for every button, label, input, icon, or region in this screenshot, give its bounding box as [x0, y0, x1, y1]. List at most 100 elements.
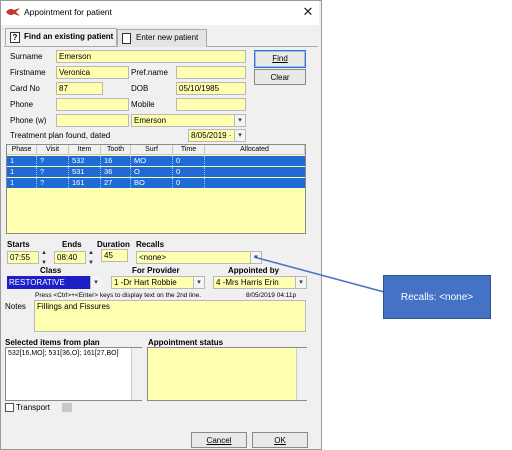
table-cell: 0: [173, 156, 205, 166]
prefname-input[interactable]: [176, 66, 246, 79]
app-icon: [6, 7, 20, 17]
dob-input[interactable]: 05/10/1985: [176, 82, 246, 95]
scrollbar[interactable]: [296, 348, 307, 400]
table-cell: 1: [7, 167, 37, 177]
table-cell: ?: [37, 156, 69, 166]
chevron-down-icon[interactable]: ▾: [234, 130, 245, 141]
chevron-down-icon[interactable]: ▾: [234, 115, 245, 126]
table-cell: MO: [131, 156, 173, 166]
class-label: Class: [40, 266, 62, 275]
column-header[interactable]: Item: [69, 145, 101, 155]
table-cell: [205, 156, 305, 166]
phone-label: Phone: [10, 100, 34, 109]
firstname-input[interactable]: Veronica: [56, 66, 129, 79]
cancel-button-label: Cancel: [206, 436, 232, 445]
table-cell: 531: [69, 167, 101, 177]
table-row[interactable]: 1 ? 532 16 MO 0: [7, 156, 305, 166]
duration-label: Duration: [97, 240, 130, 249]
ends-spinner-icon[interactable]: ▲ ▼: [87, 248, 95, 268]
clear-button[interactable]: Clear: [254, 69, 306, 85]
table-cell: 532: [69, 156, 101, 166]
table-cell: O: [131, 167, 173, 177]
callout-pointer: [253, 256, 385, 293]
recalls-callout: Recalls: <none>: [383, 275, 491, 319]
table-cell: 0: [173, 178, 205, 188]
column-header[interactable]: Allocated: [205, 145, 305, 155]
starts-input[interactable]: 07:55: [7, 251, 39, 264]
column-header[interactable]: Tooth: [101, 145, 131, 155]
treatment-plan-date: 8/05/2019 ·: [191, 131, 232, 140]
surname-label: Surname: [10, 52, 43, 61]
notes-hint: Press <Ctrl>+<Enter> keys to display tex…: [35, 292, 202, 299]
cardno-input[interactable]: 87: [56, 82, 103, 95]
column-header[interactable]: Time: [173, 145, 205, 155]
table-cell: BO: [131, 178, 173, 188]
scrollbar[interactable]: [131, 348, 142, 400]
transport-indicator: [62, 403, 72, 412]
mobile-label: Mobile: [131, 100, 155, 109]
table-cell: ?: [37, 167, 69, 177]
class-value: RESTORATIVE: [9, 278, 65, 287]
table-cell: [205, 178, 305, 188]
phone-input[interactable]: [56, 98, 129, 111]
ok-button[interactable]: OK: [252, 432, 308, 448]
plan-items-table[interactable]: Phase Visit Item Tooth Surf Time Allocat…: [6, 144, 306, 234]
account-value: Emerson: [134, 116, 167, 125]
table-cell: [205, 167, 305, 177]
cardno-label: Card No: [10, 84, 40, 93]
class-select[interactable]: RESTORATIVE ▾: [7, 276, 101, 289]
find-button-label: Find: [272, 54, 288, 63]
table-row[interactable]: 1 ? 161 27 BO 0: [7, 178, 305, 188]
starts-label: Starts: [7, 240, 30, 249]
firstname-label: Firstname: [10, 68, 46, 77]
account-select[interactable]: Emerson ▾: [131, 114, 246, 127]
chevron-down-icon[interactable]: ▾: [90, 276, 101, 289]
table-cell: 16: [101, 156, 131, 166]
phonew-input[interactable]: [56, 114, 129, 127]
find-button[interactable]: Find: [254, 50, 306, 68]
appointment-status-label: Appointment status: [148, 338, 224, 347]
selected-items-list[interactable]: 532[16,MO]; 531[36,O]; 161[27,BO]: [5, 347, 142, 401]
provider-label: For Provider: [132, 266, 180, 275]
transport-label: Transport: [16, 403, 50, 412]
table-row[interactable]: 1 ? 531 36 O 0: [7, 167, 305, 177]
starts-spinner-icon[interactable]: ▲ ▼: [40, 248, 48, 268]
column-header[interactable]: Surf: [131, 145, 173, 155]
window-title: Appointment for patient: [24, 7, 112, 17]
table-cell: ?: [37, 178, 69, 188]
column-header[interactable]: Phase: [7, 145, 37, 155]
phonew-label: Phone (w): [10, 116, 47, 125]
provider-value: 1 -Dr Hart Robbie: [114, 278, 177, 287]
table-cell: 36: [101, 167, 131, 177]
notes-label: Notes: [5, 302, 26, 311]
table-cell: 0: [173, 167, 205, 177]
table-cell: 161: [69, 178, 101, 188]
tab-label: Enter new patient: [136, 33, 199, 42]
column-header[interactable]: Visit: [37, 145, 69, 155]
mobile-input[interactable]: [176, 98, 246, 111]
tab-label: Find an existing patient: [24, 32, 114, 41]
chevron-down-icon[interactable]: ▾: [193, 277, 204, 288]
recalls-select[interactable]: <none> ▾: [136, 251, 262, 264]
selected-items-label: Selected items from plan: [5, 338, 100, 347]
question-icon: ?: [10, 32, 20, 43]
cancel-button[interactable]: Cancel: [191, 432, 247, 448]
treatment-plan-date-select[interactable]: 8/05/2019 · ▾: [188, 129, 246, 142]
tab-enter-new-patient[interactable]: Enter new patient: [117, 29, 207, 47]
provider-select[interactable]: 1 -Dr Hart Robbie ▾: [111, 276, 205, 289]
duration-input[interactable]: 45: [101, 249, 128, 262]
appointment-status-list[interactable]: [147, 347, 307, 401]
ends-input[interactable]: 08:40: [54, 251, 86, 264]
table-cell: 1: [7, 178, 37, 188]
tab-find-existing-patient[interactable]: ? Find an existing patient: [5, 28, 117, 46]
surname-input[interactable]: Emerson: [56, 50, 246, 63]
transport-checkbox[interactable]: [5, 403, 14, 412]
table-cell: 27: [101, 178, 131, 188]
table-cell: 1: [7, 156, 37, 166]
recalls-value: <none>: [139, 253, 167, 262]
close-icon[interactable]: ✕: [300, 3, 316, 21]
ok-button-label: OK: [274, 436, 286, 445]
recalls-label: Recalls: [136, 240, 165, 249]
ends-label: Ends: [62, 240, 82, 249]
new-document-icon: [122, 33, 131, 44]
